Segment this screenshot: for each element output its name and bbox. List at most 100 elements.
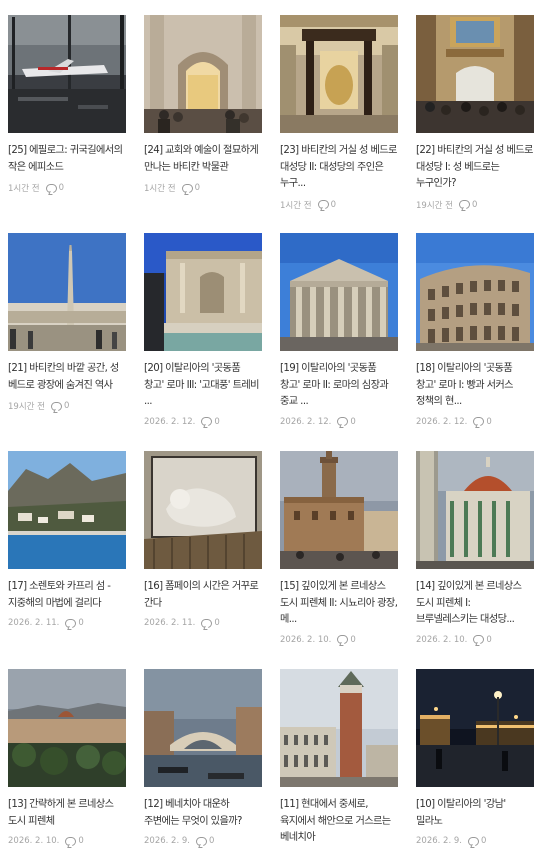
post-thumbnail[interactable] [144,451,262,569]
post-title[interactable]: [13] 간략하게 본 르네상스 도시 피렌체 [8,797,126,830]
post-card[interactable]: [13] 간략하게 본 르네상스 도시 피렌체 2026. 2. 10. 0 [8,669,126,846]
comment-icon [458,200,470,209]
post-thumbnail[interactable] [280,669,398,787]
post-title[interactable]: [19] 이탈리아의 '곳동품 창고' 로마 II: 로마의 심장과 중교 ..… [280,361,398,411]
comment-count[interactable]: 0 [337,416,356,427]
post-thumbnail[interactable] [280,451,398,569]
post-title[interactable]: [22] 바티칸의 거실 성 베드로 대성당 I: 성 베드로는 누구인가? [416,143,534,193]
post-card[interactable]: [25] 에필로그: 귀국길에서의 작은 에피소드 1시간 전 0 [8,15,126,194]
post-title[interactable]: [12] 베네치아 대운하 주변에는 무엇이 있을까? [144,797,262,830]
comment-count[interactable]: 0 [65,836,84,846]
post-card[interactable]: [10] 이탈리아의 '강남' 밀라노 2026. 2. 9. 0 [416,669,534,846]
post-title[interactable]: [16] 폼페이의 시간은 거꾸로 간다 [144,579,262,612]
post-time: 2026. 2. 12. [144,416,196,427]
post-thumbnail[interactable] [8,15,126,133]
post-title[interactable]: [18] 이탈리아의 '곳동품 창고' 로마 I: 빵과 서커스 정책의 현..… [416,361,534,411]
post-thumbnail[interactable] [280,233,398,351]
comment-count[interactable]: 0 [195,836,214,846]
post-thumbnail[interactable] [416,15,534,133]
post-thumbnail[interactable] [416,233,534,351]
comment-number: 0 [78,836,84,846]
pantheon-photo [280,233,398,351]
post-title[interactable]: [20] 이탈리아의 '곳동품 창고' 로마 III: '고대풍' 트레비 ..… [144,361,262,411]
milan-night-photo [416,669,534,787]
post-meta: 2026. 2. 12. 0 [416,417,534,427]
post-title[interactable]: [15] 깊이있게 본 르네상스 도시 피렌체 II: 시뇨리아 광장, 메..… [280,579,398,629]
post-meta: 2026. 2. 12. 0 [144,417,262,427]
post-title[interactable]: [25] 에필로그: 귀국길에서의 작은 에피소드 [8,143,126,176]
post-card[interactable]: [18] 이탈리아의 '곳동품 창고' 로마 I: 빵과 서커스 정책의 현..… [416,233,534,427]
comment-icon [45,183,57,193]
post-card[interactable]: [14] 깊이있게 본 르네상스 도시 피렌체 I: 브루넬레스키는 대성당..… [416,451,534,645]
capri-photo [8,451,126,569]
post-card[interactable]: [22] 바티칸의 거실 성 베드로 대성당 I: 성 베드로는 누구인가? 1… [416,15,534,211]
comment-count[interactable]: 0 [467,836,487,846]
comment-number: 0 [214,416,220,427]
comment-number: 0 [58,183,64,193]
post-title[interactable]: [21] 바티칸의 바깥 공간, 성 베드로 광장에 숨겨진 역사 [8,361,126,394]
museum-arch-photo [144,15,262,133]
post-card[interactable]: [16] 폼페이의 시간은 거꾸로 간다 2026. 2. 11. 0 [144,451,262,628]
post-title[interactable]: [24] 교회와 예술이 절묘하게 만나는 바티칸 박물관 [144,143,262,176]
post-time: 1시간 전 [280,200,312,211]
post-card[interactable]: [17] 소렌토와 카프리 섬 - 지중해의 마법에 걸리다 2026. 2. … [8,451,126,628]
post-thumbnail[interactable] [144,669,262,787]
post-thumbnail[interactable] [416,669,534,787]
post-card[interactable]: [20] 이탈리아의 '곳동품 창고' 로마 III: '고대풍' 트레비 ..… [144,233,262,427]
post-card[interactable]: [15] 깊이있게 본 르네상스 도시 피렌체 II: 시뇨리아 광장, 메..… [280,451,398,645]
post-card[interactable]: [23] 바티칸의 거실 성 베드로 대성당 II: 대성당의 주인은 누구..… [280,15,398,211]
comment-icon [467,836,479,846]
trevi-photo [144,233,262,351]
florence-view-photo [8,669,126,787]
comment-icon [65,618,77,628]
comment-count[interactable]: 0 [65,618,84,628]
comment-number: 0 [63,401,70,411]
comment-count[interactable]: 0 [181,183,200,193]
post-title[interactable]: [10] 이탈리아의 '강남' 밀라노 [416,797,534,830]
comment-count[interactable]: 0 [317,199,336,210]
post-meta: 2026. 2. 10. 0 [8,836,126,846]
post-thumbnail[interactable] [280,15,398,133]
post-row: [25] 에필로그: 귀국길에서의 작은 에피소드 1시간 전 0 [24] 교… [8,15,538,235]
comment-icon [337,417,349,426]
post-thumbnail[interactable] [144,15,262,133]
comment-count[interactable]: 0 [45,183,64,193]
comment-number: 0 [350,416,356,427]
post-meta: 19시간 전 0 [416,199,534,211]
post-thumbnail[interactable] [8,233,126,351]
comment-number: 0 [330,199,336,210]
comment-count[interactable]: 0 [473,635,492,645]
comment-count[interactable]: 0 [201,416,220,427]
post-time: 2026. 2. 10. [416,634,468,645]
post-card[interactable]: [11] 현대에서 중세로, 육지에서 해안으로 거스르는 베네치아 [280,669,398,847]
post-title[interactable]: [14] 깊이있게 본 르네상스 도시 피렌체 I: 브루넬레스키는 대성당..… [416,579,534,629]
comment-icon [181,183,193,193]
post-time: 2026. 2. 11. [144,618,196,628]
comment-number: 0 [480,836,487,846]
comment-icon [337,635,349,644]
post-meta: 2026. 2. 9. 0 [416,836,534,846]
post-card[interactable]: [24] 교회와 예술이 절묘하게 만나는 바티칸 박물관 1시간 전 0 [144,15,262,194]
post-meta: 1시간 전 0 [280,199,398,211]
post-thumbnail[interactable] [144,233,262,351]
comment-count[interactable]: 0 [337,635,356,645]
post-thumbnail[interactable] [8,669,126,787]
comment-count[interactable]: 0 [473,417,492,427]
post-time: 19시간 전 [416,200,453,211]
post-title[interactable]: [23] 바티칸의 거실 성 베드로 대성당 II: 대성당의 주인은 누구..… [280,143,398,193]
post-title[interactable]: [11] 현대에서 중세로, 육지에서 해안으로 거스르는 베네치아 [280,797,398,847]
comment-count[interactable]: 0 [50,401,70,411]
post-thumbnail[interactable] [8,451,126,569]
comment-icon [50,401,62,411]
post-meta: 2026. 2. 11. 0 [8,618,126,628]
post-time: 19시간 전 [8,402,45,412]
comment-count[interactable]: 0 [458,200,477,210]
post-card[interactable]: [12] 베네치아 대운하 주변에는 무엇이 있을까? 2026. 2. 9. … [144,669,262,846]
comment-number: 0 [194,183,200,193]
comment-count[interactable]: 0 [201,618,220,628]
post-title[interactable]: [17] 소렌토와 카프리 섬 - 지중해의 마법에 걸리다 [8,579,126,612]
post-thumbnail[interactable] [416,451,534,569]
post-card[interactable]: [21] 바티칸의 바깥 공간, 성 베드로 광장에 숨겨진 역사 19시간 전… [8,233,126,412]
post-card[interactable]: [19] 이탈리아의 '곳동품 창고' 로마 II: 로마의 심장과 중교 ..… [280,233,398,427]
comment-number: 0 [214,618,220,628]
